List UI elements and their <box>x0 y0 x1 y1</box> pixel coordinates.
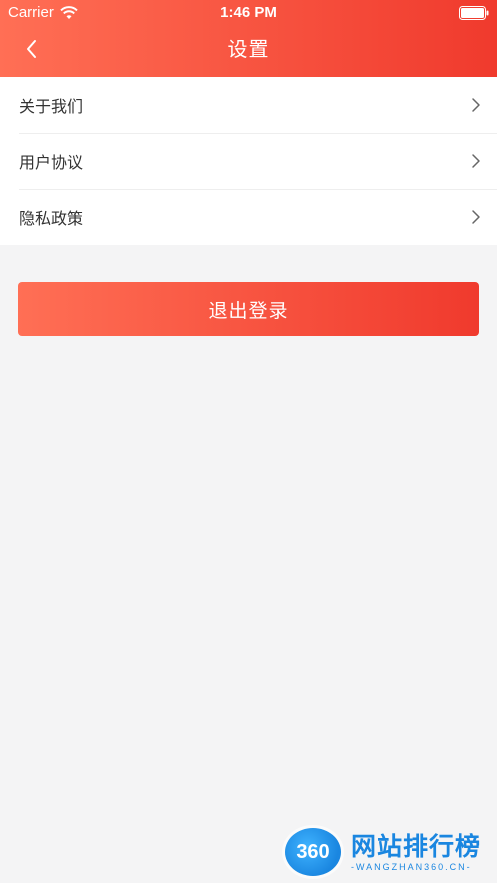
settings-item-privacy-policy[interactable]: 隐私政策 <box>0 189 497 245</box>
status-bar: Carrier 1:46 PM <box>0 0 497 26</box>
settings-item-label: 关于我们 <box>19 97 84 116</box>
app-header: Carrier 1:46 PM 设置 <box>0 0 497 77</box>
status-time: 1:46 PM <box>220 4 277 21</box>
battery-icon <box>459 6 489 20</box>
settings-list: 关于我们 用户协议 隐私政策 <box>0 77 497 245</box>
watermark-logo: 360 网站排行榜 -WANGZHAN360.CN- <box>285 826 490 878</box>
nav-bar: 设置 <box>0 26 497 77</box>
chevron-right-icon <box>472 154 480 168</box>
settings-item-user-agreement[interactable]: 用户协议 <box>0 133 497 189</box>
watermark-text: 网站排行榜 -WANGZHAN360.CN- <box>351 832 481 872</box>
watermark-badge: 360 <box>285 828 341 876</box>
watermark-title: 网站排行榜 <box>351 832 482 861</box>
page-title: 设置 <box>227 37 270 61</box>
logout-button[interactable]: 退出登录 <box>18 282 479 336</box>
watermark-subtitle: -WANGZHAN360.CN- <box>351 862 472 872</box>
chevron-right-icon <box>472 98 480 112</box>
settings-item-about-us[interactable]: 关于我们 <box>0 77 497 133</box>
settings-item-label: 用户协议 <box>19 153 84 172</box>
chevron-right-icon <box>472 210 480 224</box>
settings-item-label: 隐私政策 <box>19 209 84 228</box>
